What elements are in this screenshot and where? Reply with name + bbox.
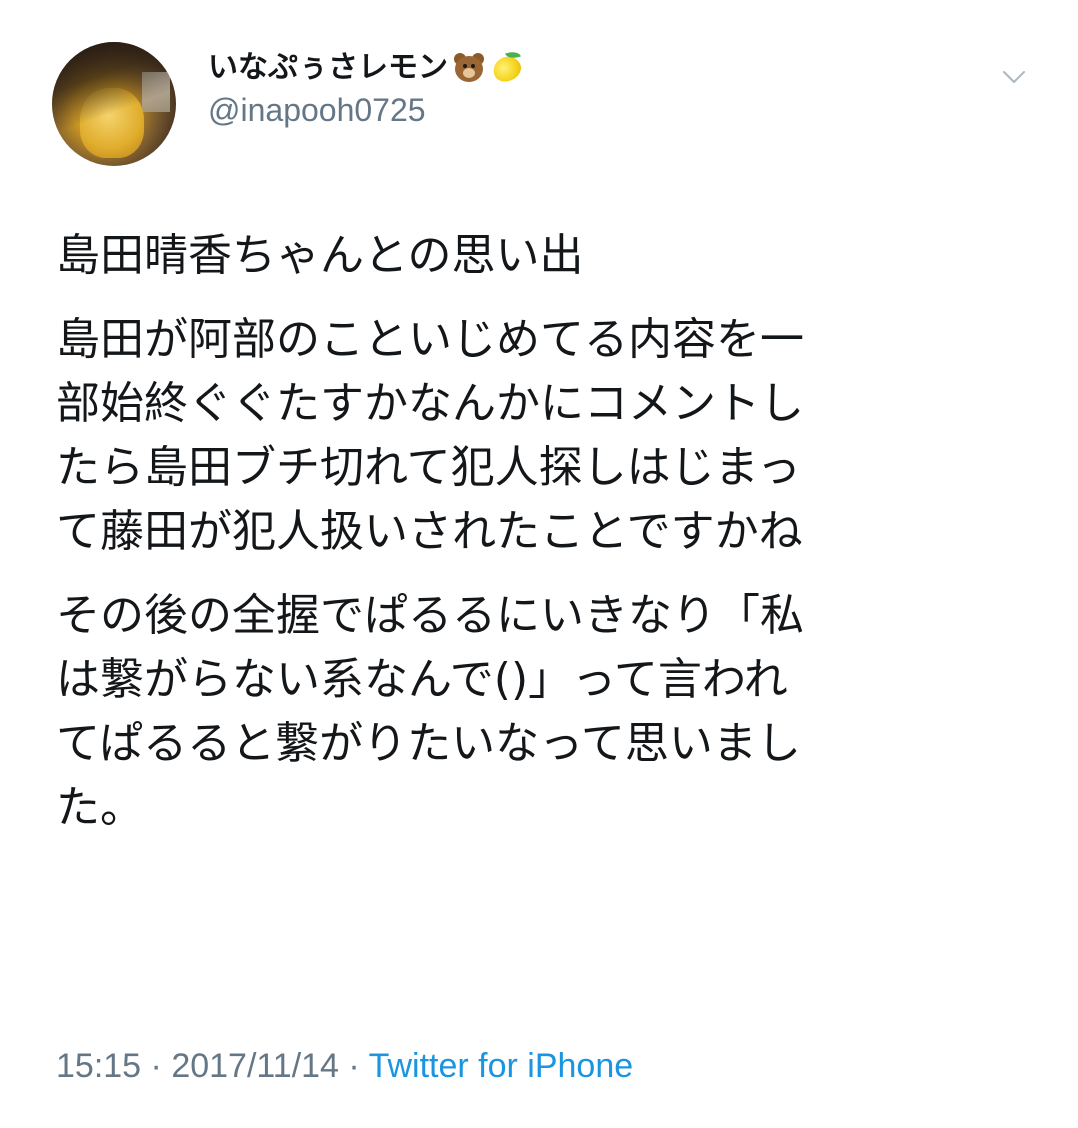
avatar[interactable]	[52, 42, 176, 166]
tweet-paragraph: 島田が阿部のこといじめてる内容を一 部始終ぐぐたすかなんかにコメントし たら島田…	[56, 314, 804, 557]
display-name-row[interactable]: いなぷぅさレモン	[208, 48, 525, 88]
chevron-down-icon[interactable]	[1002, 68, 1026, 86]
tweet-metadata: 15:15 · 2017/11/14 · Twitter for iPhone	[56, 1044, 633, 1088]
tweet-card: いなぷぅさレモン @inapooh0725 島田晴香ちゃんとの思い出 島田が阿部…	[0, 0, 1078, 1128]
tweet-date[interactable]: 2017/11/14	[171, 1047, 339, 1085]
tweet-paragraph: その後の全握でぱるるにいきなり「私 は繋がらない系なんで()」って言われ てぱる…	[56, 590, 804, 833]
meta-separator: ·	[338, 1047, 369, 1085]
meta-separator: ·	[141, 1047, 172, 1085]
user-handle[interactable]: @inapooh0725	[208, 90, 524, 130]
display-name[interactable]: いなぷぅさレモン	[208, 48, 448, 88]
bear-icon	[452, 51, 486, 85]
user-info: いなぷぅさレモン @inapooh0725	[208, 48, 525, 130]
tweet-time[interactable]: 15:15	[56, 1047, 141, 1085]
lemon-icon	[489, 48, 525, 86]
tweet-source-link[interactable]: Twitter for iPhone	[369, 1047, 634, 1085]
tweet-text: 島田晴香ちゃんとの思い出 島田が阿部のこといじめてる内容を一 部始終ぐぐたすかな…	[56, 224, 1046, 860]
tweet-paragraph: 島田晴香ちゃんとの思い出	[56, 230, 584, 281]
